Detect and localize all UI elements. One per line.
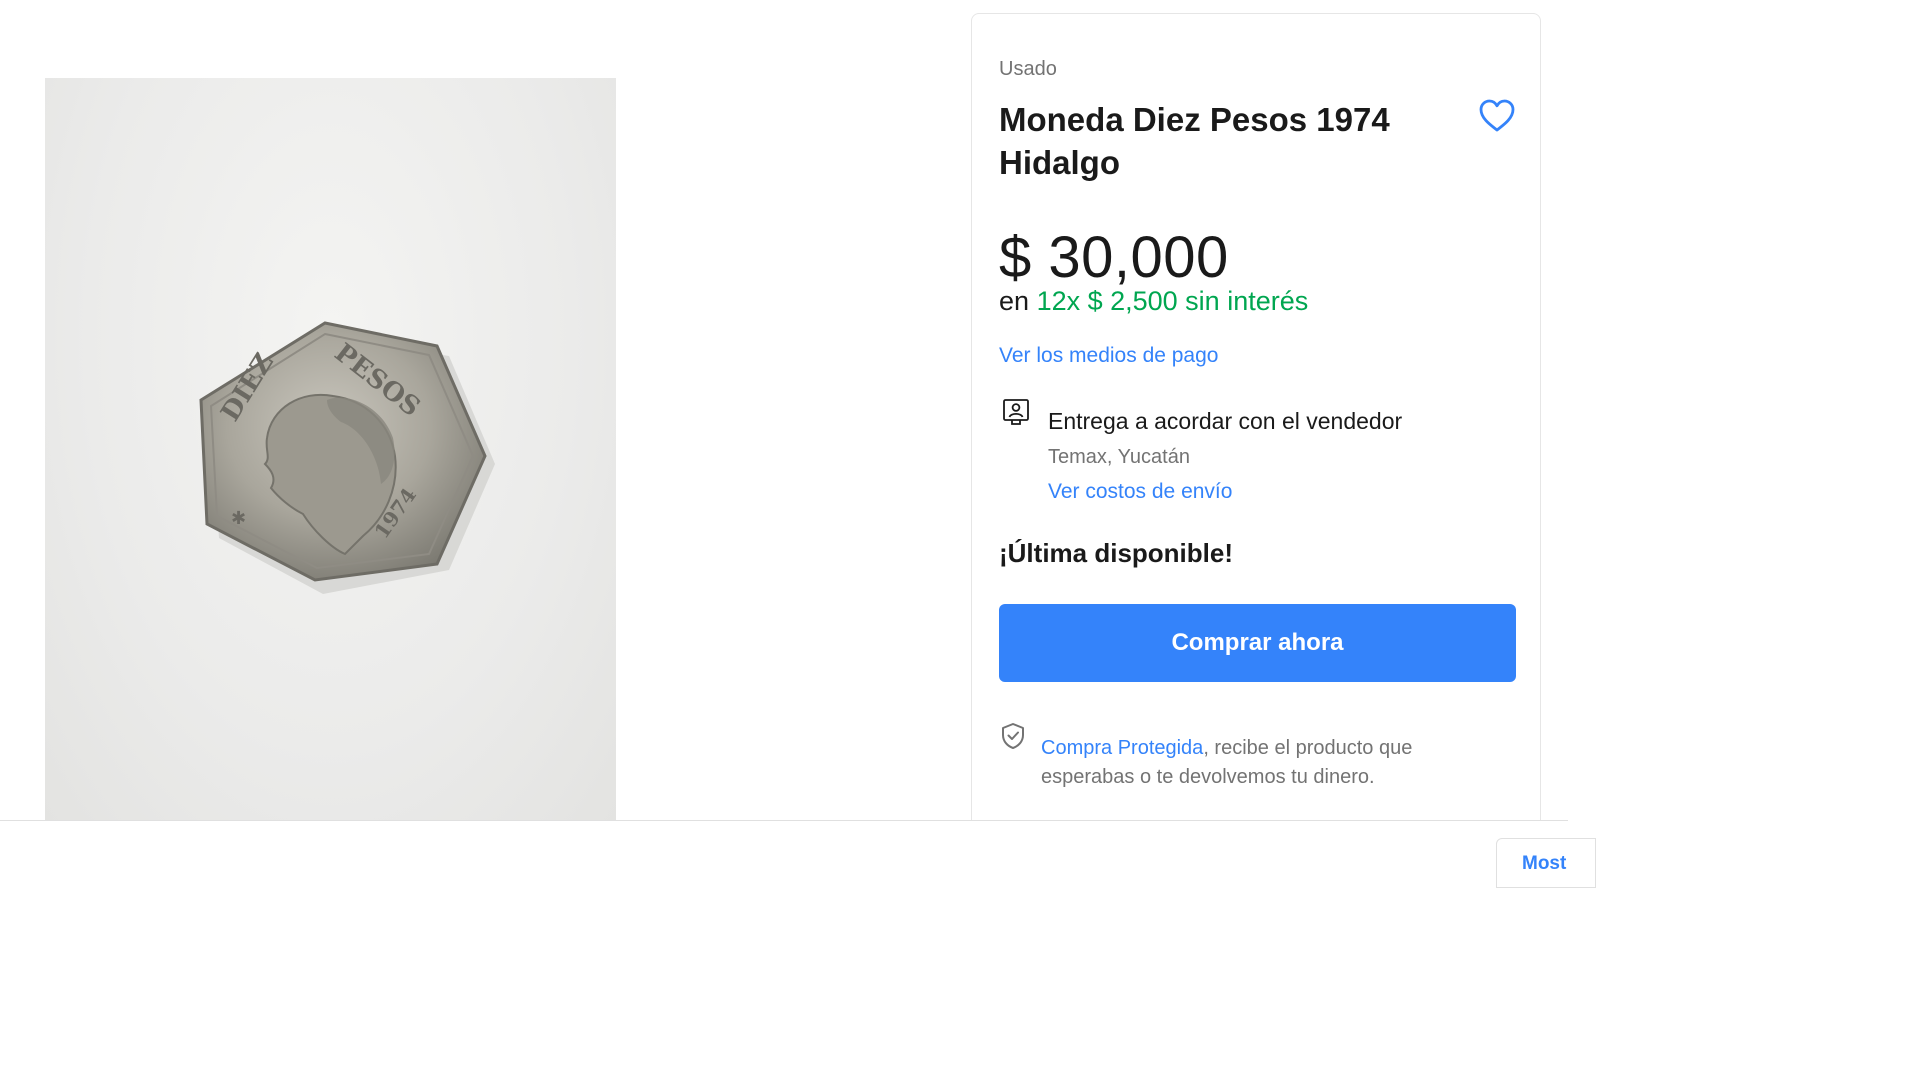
installments-prefix: en: [999, 286, 1030, 316]
buy-box: Usado Moneda Diez Pesos 1974 Hidalgo $ 3…: [971, 13, 1541, 833]
bottom-bar: [0, 820, 1568, 883]
protection-notice: Compra Protegida, recibe el producto que…: [1041, 734, 1501, 792]
stock-label: ¡Última disponible!: [999, 538, 1233, 568]
coin-image: DIEZ PESOS 1974 ✱: [199, 321, 495, 594]
delivery-title: Entrega a acordar con el vendedor: [1048, 408, 1403, 434]
shield-check-icon: [1002, 723, 1024, 749]
delivery-location: Temax, Yucatán: [1048, 446, 1190, 468]
product-title: Moneda Diez Pesos 1974 Hidalgo: [999, 101, 1390, 181]
show-more-button[interactable]: Most: [1496, 838, 1596, 888]
heart-icon[interactable]: [1478, 98, 1516, 134]
installments-detail: 12x $ 2,500 sin interés: [1036, 286, 1309, 316]
product-photo[interactable]: DIEZ PESOS 1974 ✱: [45, 78, 616, 820]
shipping-costs-link[interactable]: Ver costos de envío: [1048, 480, 1232, 504]
condition-label: Usado: [999, 58, 1057, 80]
payment-methods-link[interactable]: Ver los medios de pago: [999, 344, 1218, 368]
installments: en 12x $ 2,500 sin interés: [999, 286, 1308, 317]
price: $ 30,000: [999, 225, 1229, 290]
svg-text:✱: ✱: [231, 508, 246, 529]
person-card-icon: [1003, 399, 1029, 425]
protected-purchase-link[interactable]: Compra Protegida: [1041, 737, 1203, 759]
buy-now-button[interactable]: Comprar ahora: [999, 604, 1516, 682]
product-page: DIEZ PESOS 1974 ✱ Usado Moneda Diez Peso…: [0, 0, 1596, 888]
